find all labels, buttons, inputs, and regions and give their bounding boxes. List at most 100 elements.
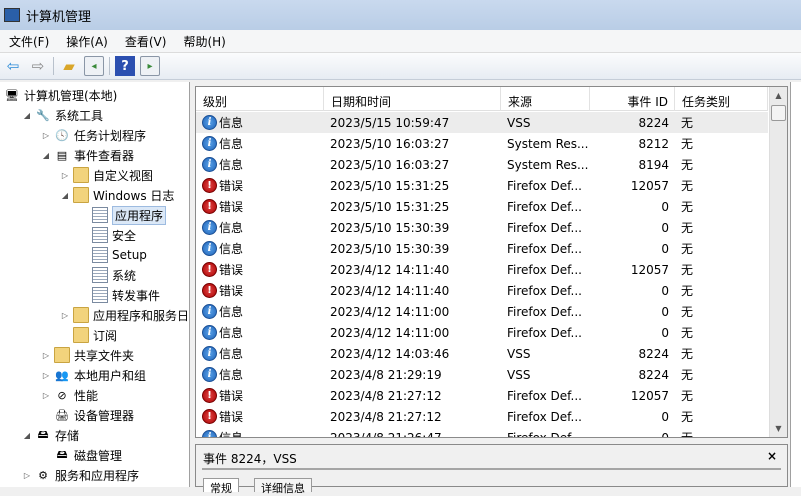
tree-node[interactable]: 🖥 计算机管理(本地) [2, 85, 117, 105]
level-cell: ! 错误 [196, 177, 324, 194]
event-row[interactable]: i 信息 2023/4/8 21:29:19 VSS 8224 无 [196, 364, 768, 385]
collapse-arrow-icon[interactable]: ◢ [59, 191, 71, 200]
tab-general[interactable]: 常规 [203, 478, 239, 495]
tree-node-label: 订阅 [93, 328, 118, 343]
expand-arrow-icon[interactable]: ▷ [40, 131, 52, 140]
date-cell: 2023/4/12 14:11:40 [330, 283, 450, 298]
level-text: 信息 [219, 431, 244, 438]
source-cell: Firefox Def... [507, 388, 582, 403]
task-category-cell: 无 [681, 179, 694, 193]
level-text: 错误 [219, 389, 244, 403]
event-row[interactable]: i 信息 2023/4/12 14:11:00 Firefox Def... 0 … [196, 301, 768, 322]
event-row[interactable]: i 信息 2023/5/10 15:30:39 Firefox Def... 0 … [196, 238, 768, 259]
back-icon[interactable]: ⇦ [3, 56, 23, 76]
info-icon: i [202, 346, 217, 361]
level-text: 错误 [219, 263, 244, 277]
event-id-cell: 0 [661, 220, 669, 235]
tree-node[interactable]: ◢ Windows 日志 [59, 185, 174, 205]
menu-action[interactable]: 操作(A) [57, 33, 116, 50]
event-id-cell: 8224 [638, 115, 669, 130]
expand-arrow-icon[interactable]: ▷ [59, 311, 71, 320]
tree-node-label: 性能 [74, 388, 99, 403]
event-row[interactable]: ! 错误 2023/4/12 14:11:40 Firefox Def... 12… [196, 259, 768, 280]
tree-node[interactable]: 系统 [78, 265, 136, 285]
tab-details[interactable]: 详细信息 [254, 478, 312, 495]
level-cell: i 信息 [196, 366, 324, 383]
show-hide-tree-icon[interactable]: ◂ [84, 56, 104, 76]
level-text: 信息 [219, 221, 244, 235]
column-date-time[interactable]: 日期和时间 [324, 87, 501, 111]
up-folder-icon[interactable]: ▰ [59, 56, 79, 76]
menu-help[interactable]: 帮助(H) [174, 33, 233, 50]
tree-node[interactable]: ▷ 共享文件夹 [40, 345, 134, 365]
expand-arrow-icon[interactable]: ▷ [59, 171, 71, 180]
collapse-arrow-icon[interactable]: ◢ [21, 111, 33, 120]
event-row[interactable]: i 信息 2023/4/12 14:03:46 VSS 8224 无 [196, 343, 768, 364]
folder-icon [73, 307, 89, 323]
expand-arrow-icon[interactable]: ▷ [40, 351, 52, 360]
tree-node[interactable]: ▷ 🕓 任务计划程序 [40, 125, 146, 145]
vertical-scrollbar[interactable]: ▲ ▼ [769, 87, 787, 437]
tree-node[interactable]: ▷ ⚙ 服务和应用程序 [21, 465, 139, 485]
column-source[interactable]: 来源 [501, 87, 590, 111]
event-row[interactable]: ! 错误 2023/4/12 14:11:40 Firefox Def... 0 … [196, 280, 768, 301]
level-cell: i 信息 [196, 303, 324, 320]
tree-node[interactable]: ◢ 🔧 系统工具 [21, 105, 103, 125]
tree-node[interactable]: ▷ 自定义视图 [59, 165, 153, 185]
column-task-category[interactable]: 任务类别 [675, 87, 768, 111]
event-row[interactable]: ! 错误 2023/5/10 15:31:25 Firefox Def... 12… [196, 175, 768, 196]
expand-arrow-icon[interactable]: ▷ [21, 471, 33, 480]
tree-node-label: 事件查看器 [74, 148, 135, 163]
source-cell: Firefox Def... [507, 220, 582, 235]
tree-node[interactable]: ◢ ▤ 事件查看器 [40, 145, 134, 165]
tree-node[interactable]: ▷ ⊘ 性能 [40, 385, 98, 405]
event-row[interactable]: i 信息 2023/5/10 16:03:27 System Res... 819… [196, 154, 768, 175]
show-hide-action-pane-icon[interactable]: ▸ [140, 56, 160, 76]
event-row[interactable]: i 信息 2023/4/8 21:26:47 Firefox Def... 0 无 [196, 427, 768, 438]
tree-node[interactable]: 🖴 磁盘管理 [40, 445, 122, 465]
collapse-arrow-icon[interactable]: ◢ [21, 431, 33, 440]
level-text: 信息 [219, 158, 244, 172]
source-cell: Firefox Def... [507, 262, 582, 277]
event-row[interactable]: ! 错误 2023/4/8 21:27:12 Firefox Def... 0 无 [196, 406, 768, 427]
menu-file[interactable]: 文件(F) [0, 33, 57, 50]
event-row[interactable]: i 信息 2023/5/15 10:59:47 VSS 8224 无 [196, 112, 768, 133]
column-event-id[interactable]: 事件 ID [590, 87, 675, 111]
forward-icon[interactable]: ⇨ [28, 56, 48, 76]
event-id-cell: 0 [661, 325, 669, 340]
expand-arrow-icon[interactable]: ▷ [40, 391, 52, 400]
event-row[interactable]: i 信息 2023/4/12 14:11:00 Firefox Def... 0 … [196, 322, 768, 343]
tree-node[interactable]: Setup [78, 245, 147, 265]
tree-node[interactable]: 安全 [78, 225, 136, 245]
event-row[interactable]: ! 错误 2023/4/8 21:27:12 Firefox Def... 120… [196, 385, 768, 406]
level-cell: i 信息 [196, 324, 324, 341]
tree-node[interactable]: ◢ 🖴 存储 [21, 425, 79, 445]
column-level[interactable]: 级别 [196, 87, 324, 111]
scroll-up-icon[interactable]: ▲ [770, 87, 787, 104]
date-cell: 2023/4/8 21:27:12 [330, 409, 442, 424]
date-cell: 2023/4/12 14:03:46 [330, 346, 450, 361]
tree-node[interactable]: 应用程序 [78, 205, 167, 225]
scroll-down-icon[interactable]: ▼ [770, 420, 787, 437]
help-icon[interactable]: ? [115, 56, 135, 76]
tree-node[interactable]: 转发事件 [78, 285, 160, 305]
event-row[interactable]: ! 错误 2023/5/10 15:31:25 Firefox Def... 0 … [196, 196, 768, 217]
tree-node[interactable]: ▷ 应用程序和服务日志 [59, 305, 189, 325]
event-row[interactable]: i 信息 2023/5/10 15:30:39 Firefox Def... 0 … [196, 217, 768, 238]
event-row[interactable]: i 信息 2023/5/10 16:03:27 System Res... 821… [196, 133, 768, 154]
source-cell: Firefox Def... [507, 325, 582, 340]
collapse-arrow-icon[interactable]: ◢ [40, 151, 52, 160]
tree-node[interactable]: 订阅 [59, 325, 117, 345]
scroll-thumb[interactable] [771, 105, 786, 121]
tree-node[interactable]: ▷ 👥 本地用户和组 [40, 365, 146, 385]
tree-node[interactable]: 🖨 设备管理器 [40, 405, 134, 425]
menu-view[interactable]: 查看(V) [116, 33, 175, 50]
level-text: 信息 [219, 326, 244, 340]
date-cell: 2023/4/8 21:29:19 [330, 367, 442, 382]
divider [202, 468, 781, 470]
tree-node-label: 服务和应用程序 [55, 468, 140, 483]
expand-arrow-icon[interactable]: ▷ [40, 371, 52, 380]
close-icon[interactable]: × [767, 449, 777, 463]
info-icon: i [202, 367, 217, 382]
event-list: 级别 日期和时间 来源 事件 ID 任务类别 i 信息 2023/5/15 10:… [195, 86, 788, 438]
